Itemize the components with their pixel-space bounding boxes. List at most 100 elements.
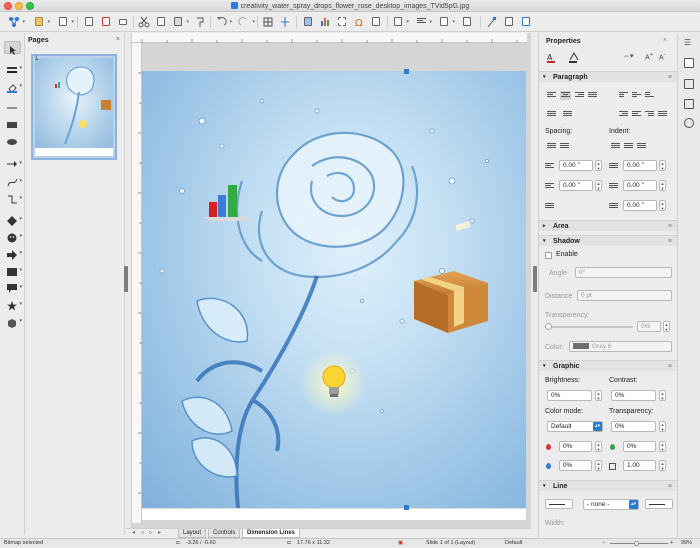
insert-textbox-icon[interactable]: [336, 15, 348, 29]
basic-shapes-tool[interactable]: ▾: [4, 213, 22, 226]
open-icon[interactable]: ▾: [33, 15, 50, 29]
horizontal-ruler[interactable]: [132, 33, 527, 43]
tab-navigation-arrows[interactable]: ◂ ◃ ▹ ▸: [132, 529, 163, 536]
decrease-spacing-icon[interactable]: [560, 143, 569, 150]
section-menu-icon[interactable]: ≡: [668, 72, 672, 83]
fill-color-tool[interactable]: ▾: [4, 80, 22, 93]
export-icon[interactable]: [83, 15, 95, 29]
tab-layout[interactable]: Layout: [178, 529, 207, 538]
character-spacing-icon[interactable]: ⇔▾: [623, 52, 637, 63]
transformations-icon[interactable]: ▾: [392, 15, 409, 29]
blue-field[interactable]: 0%: [559, 460, 592, 471]
graphic-transparency-stepper[interactable]: ▲ ▼: [659, 421, 666, 432]
first-line-indent-field[interactable]: 0.00 ": [623, 200, 657, 211]
insert-image-icon[interactable]: [302, 15, 314, 29]
decrease-indent-icon[interactable]: [632, 111, 641, 118]
hanging-indent-icon[interactable]: [645, 111, 654, 118]
save-icon[interactable]: ▾: [57, 15, 74, 29]
selected-bitmap[interactable]: [142, 71, 526, 508]
toggle-extrusion-icon[interactable]: [486, 15, 498, 29]
3d-objects-tool[interactable]: ▾: [4, 315, 22, 328]
sidebar-settings-icon[interactable]: ☰: [684, 38, 691, 47]
select-tool[interactable]: [4, 41, 21, 55]
increase-indent-small-icon[interactable]: [611, 143, 620, 150]
align-top-icon[interactable]: [619, 92, 628, 99]
graphic-transparency-field[interactable]: 0%: [611, 421, 656, 432]
rectangle-tool[interactable]: [4, 118, 21, 131]
selection-handle-bottom[interactable]: [404, 505, 409, 510]
line-spacing-icon[interactable]: [545, 203, 554, 210]
rtl-icon[interactable]: [658, 111, 667, 118]
properties-deck-icon[interactable]: [684, 58, 694, 68]
distribute-icon[interactable]: [461, 15, 473, 29]
shadow-transparency-stepper[interactable]: ▲ ▼: [663, 321, 670, 332]
align-right-icon[interactable]: [575, 92, 584, 99]
blue-stepper[interactable]: ▲ ▼: [595, 460, 602, 471]
shadow-transparency-slider[interactable]: [547, 326, 633, 328]
print-icon[interactable]: [117, 15, 129, 29]
align-objects-icon[interactable]: ▾: [415, 15, 432, 29]
insert-special-char-icon[interactable]: Ω: [353, 15, 365, 29]
contrast-stepper[interactable]: ▲ ▼: [659, 390, 666, 401]
block-arrows-tool[interactable]: ▾: [4, 247, 22, 260]
curves-tool[interactable]: ▾: [4, 175, 22, 188]
font-color-icon[interactable]: A: [547, 52, 561, 63]
shadow-distance-field[interactable]: 0 pt: [577, 290, 672, 301]
increase-indent-icon[interactable]: [619, 111, 628, 118]
layout-icon[interactable]: ▾: [8, 15, 25, 29]
tab-dimension-lines[interactable]: Dimension Lines: [242, 529, 301, 538]
helplines-icon[interactable]: [279, 15, 291, 29]
zoom-slider[interactable]: [610, 543, 668, 544]
gallery-deck-icon[interactable]: [684, 99, 694, 109]
paragraph-section-header[interactable]: ▾ Paragraph ≡: [539, 71, 677, 82]
shadow-section-header[interactable]: ▾ Shadow ≡: [539, 235, 677, 246]
section-menu-icon[interactable]: ≡: [668, 361, 672, 372]
line-tool[interactable]: [4, 101, 21, 114]
align-center-icon[interactable]: [560, 91, 571, 100]
increase-spacing-icon[interactable]: [547, 143, 556, 150]
section-menu-icon[interactable]: ≡: [668, 221, 672, 232]
contrast-field[interactable]: 0%: [611, 390, 656, 401]
symbol-shapes-tool[interactable]: ▾: [4, 230, 22, 243]
gamma-field[interactable]: 1.00: [623, 460, 656, 471]
line-style-dropdown[interactable]: [545, 499, 573, 509]
line-section-header[interactable]: ▾ Line ≡: [539, 480, 677, 491]
shadow-enable-checkbox[interactable]: [545, 252, 552, 259]
hanging-indent-small-icon[interactable]: [637, 143, 646, 150]
insert-fontwork-icon[interactable]: [370, 15, 382, 29]
after-indent-stepper[interactable]: ▲ ▼: [659, 180, 666, 191]
area-section-header[interactable]: ▸ Area ≡: [539, 220, 677, 231]
line-dash-dropdown[interactable]: - none - ▴▾: [583, 499, 639, 510]
zoom-knob[interactable]: [634, 541, 639, 546]
highlight-color-icon[interactable]: [569, 51, 583, 63]
flowchart-tool[interactable]: ▾: [4, 264, 22, 277]
vertical-ruler[interactable]: [132, 43, 142, 523]
before-indent-field[interactable]: 0.00 ": [623, 160, 657, 171]
above-spacing-stepper[interactable]: ▲ ▼: [595, 160, 602, 171]
sidebar-menu-icon[interactable]: ×: [663, 37, 667, 44]
styles-deck-icon[interactable]: [684, 79, 694, 89]
color-mode-dropdown[interactable]: Default ▴▾: [547, 421, 603, 432]
close-icon[interactable]: ×: [116, 36, 120, 43]
green-field[interactable]: 0%: [623, 441, 656, 452]
line-color-tool[interactable]: ▾: [4, 62, 22, 75]
line-width-dropdown[interactable]: [645, 499, 673, 509]
section-menu-icon[interactable]: ≡: [668, 236, 672, 247]
shadow-transparency-knob[interactable]: [545, 323, 552, 330]
brightness-stepper[interactable]: ▲ ▼: [595, 390, 602, 401]
pages-splitter-handle[interactable]: [124, 266, 128, 292]
shadow-color-dropdown[interactable]: Gray 6: [569, 341, 672, 352]
grow-font-icon[interactable]: A+: [645, 52, 653, 61]
redo-icon[interactable]: ▾: [238, 15, 255, 29]
stars-tool[interactable]: ▾: [4, 298, 22, 311]
ellipse-tool[interactable]: [4, 135, 21, 148]
red-field[interactable]: 0%: [559, 441, 592, 452]
above-spacing-field[interactable]: 0.00 ": [559, 160, 593, 171]
callouts-tool[interactable]: ▾: [4, 281, 22, 294]
points-icon[interactable]: [503, 15, 515, 29]
green-stepper[interactable]: ▲ ▼: [659, 441, 666, 452]
arrange-icon[interactable]: ▾: [438, 15, 455, 29]
after-indent-field[interactable]: 0.00 ": [623, 180, 657, 191]
cut-icon[interactable]: [138, 15, 150, 29]
copy-icon[interactable]: [155, 15, 167, 29]
